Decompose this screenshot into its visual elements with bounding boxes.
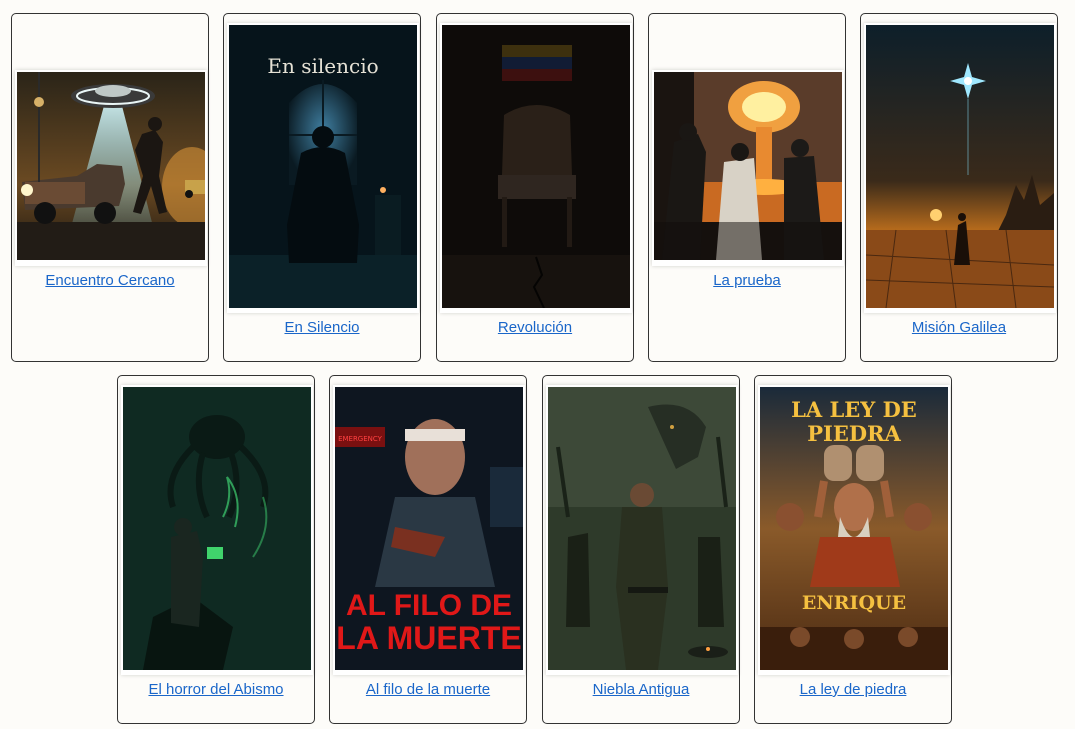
movie-card: En silencio En Silencio [223, 13, 421, 362]
movie-card: EMERGENCY AL FILO DE LA MUERTE Al filo d… [329, 375, 527, 724]
dinosaur-fog-poster[interactable] [548, 387, 736, 670]
poster-frame [121, 385, 313, 675]
poster-frame [864, 23, 1056, 313]
movie-title-link[interactable]: Encuentro Cercano [12, 272, 208, 290]
movie-title-link[interactable]: Misión Galilea [861, 319, 1057, 337]
poster-frame: LA LEY DE PIEDRA ENRIQUE [758, 385, 950, 675]
poster-image: En silencio [229, 25, 417, 308]
poster-image [123, 387, 311, 670]
poster-image: EMERGENCY AL FILO DE LA MUERTE [335, 387, 523, 670]
movie-title-link[interactable]: La prueba [649, 272, 845, 290]
nuclear-test-poster[interactable] [654, 72, 842, 260]
empty-chair-flag-poster[interactable] [442, 25, 630, 308]
poster-frame: En silencio [227, 23, 419, 313]
stone-tablets-poster[interactable]: LA LEY DE PIEDRA ENRIQUE [760, 387, 948, 670]
movie-gallery: Encuentro Cercano En silencio En Silenci… [0, 0, 1075, 729]
poster-frame: EMERGENCY AL FILO DE LA MUERTE [333, 385, 525, 675]
tentacle-monster-poster[interactable] [123, 387, 311, 670]
poster-frame [652, 70, 844, 266]
movie-title-link[interactable]: Niebla Antigua [543, 681, 739, 699]
poster-image [548, 387, 736, 670]
movie-card: Niebla Antigua [542, 375, 740, 724]
silhouette-window-poster[interactable]: En silencio [229, 25, 417, 308]
movie-title-link[interactable]: La ley de piedra [755, 681, 951, 699]
poster-frame [15, 70, 207, 266]
poster-sign-text: EMERGENCY [338, 435, 383, 443]
movie-title-link[interactable]: El horror del Abismo [118, 681, 314, 699]
movie-title-link[interactable]: Al filo de la muerte [330, 681, 526, 699]
movie-title-link[interactable]: En Silencio [224, 319, 420, 337]
poster-image [442, 25, 630, 308]
desert-star-poster[interactable] [866, 25, 1054, 308]
movie-card: LA LEY DE PIEDRA ENRIQUE La ley de piedr… [754, 375, 952, 724]
movie-card: Misión Galilea [860, 13, 1058, 362]
poster-frame [546, 385, 738, 675]
poster-frame [440, 23, 632, 313]
poster-title-line2: PIEDRA [807, 421, 901, 446]
poster-image [866, 25, 1054, 308]
movie-title-link[interactable]: Revolución [437, 319, 633, 337]
movie-card: El horror del Abismo [117, 375, 315, 724]
movie-card: Revolución [436, 13, 634, 362]
poster-title-text: En silencio [267, 54, 378, 78]
poster-title-line2: LA MUERTE [336, 620, 521, 656]
poster-image [17, 72, 205, 260]
poster-name-text: ENRIQUE [802, 592, 906, 614]
ufo-car-poster[interactable] [17, 72, 205, 260]
poster-title-line1: AL FILO DE [346, 589, 512, 622]
poster-image: LA LEY DE PIEDRA ENRIQUE [760, 387, 948, 670]
poster-title-line1: LA LEY DE [791, 397, 917, 422]
injured-man-gun-poster[interactable]: EMERGENCY AL FILO DE LA MUERTE [335, 387, 523, 670]
movie-card: La prueba [648, 13, 846, 362]
poster-image [654, 72, 842, 260]
movie-card: Encuentro Cercano [11, 13, 209, 362]
